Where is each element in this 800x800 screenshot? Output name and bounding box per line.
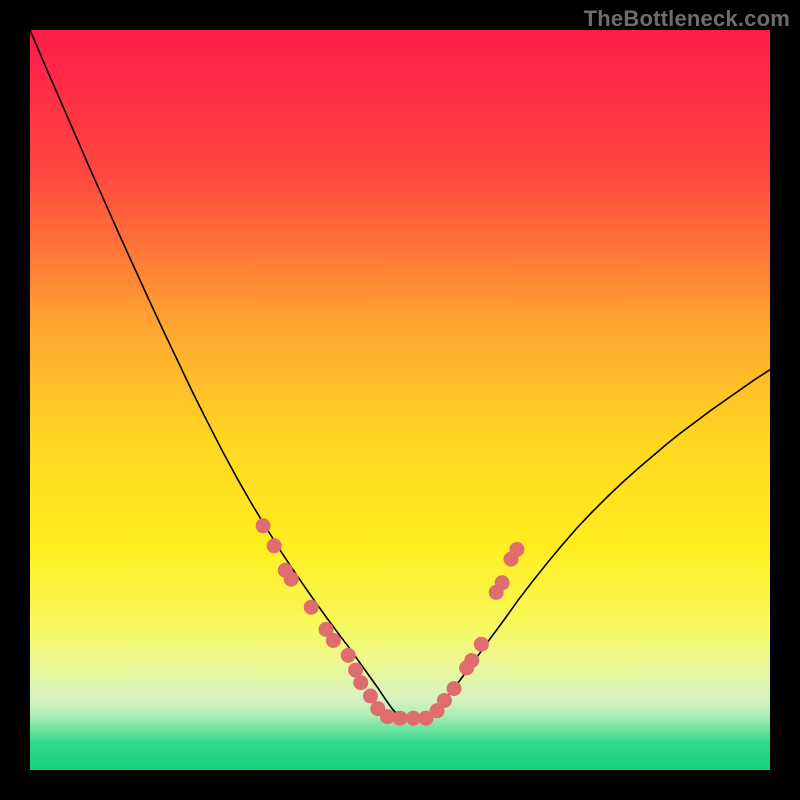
chart-stage: TheBottleneck.com [0, 0, 800, 800]
data-dot [256, 518, 271, 533]
data-dot [393, 711, 408, 726]
chart-svg [30, 30, 770, 770]
gradient-background [30, 30, 770, 770]
data-dot [284, 572, 299, 587]
data-dot [464, 653, 479, 668]
data-dot [326, 633, 341, 648]
data-dot [474, 637, 489, 652]
data-dot [363, 689, 378, 704]
data-dot [437, 693, 452, 708]
data-dot [353, 675, 368, 690]
data-dot [267, 538, 282, 553]
data-dot [304, 600, 319, 615]
plot-area [30, 30, 770, 770]
data-dot [341, 648, 356, 663]
data-dot [509, 542, 524, 557]
data-dot [495, 575, 510, 590]
data-dot [447, 681, 462, 696]
watermark-text: TheBottleneck.com [584, 6, 790, 32]
